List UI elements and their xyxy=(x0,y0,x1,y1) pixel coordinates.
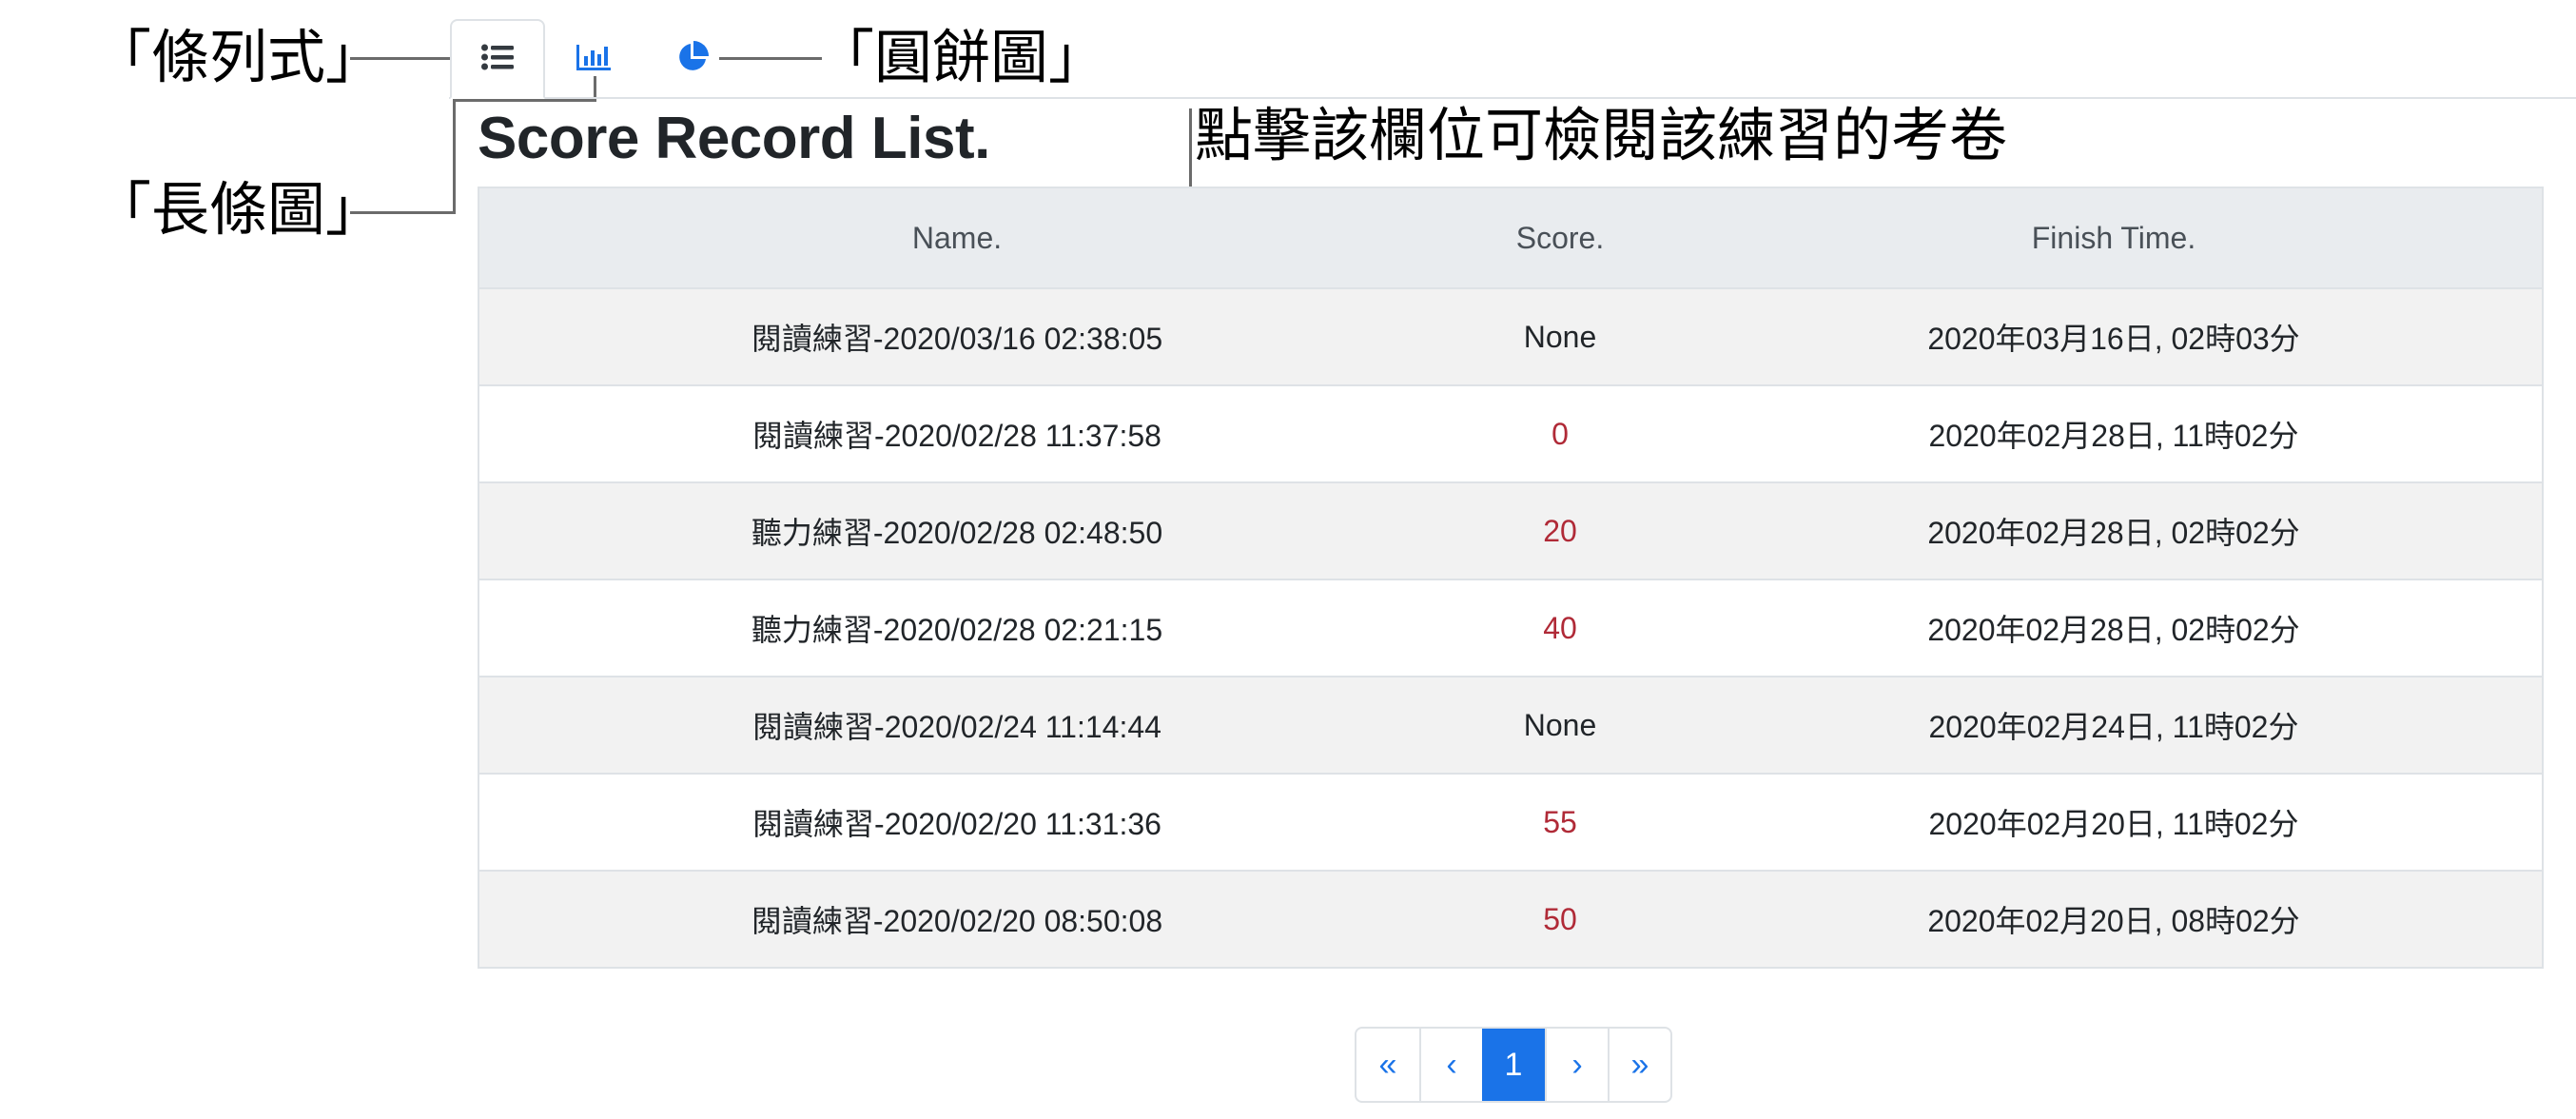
cell-finish-time: 2020年02月28日, 11時02分 xyxy=(1928,419,2299,453)
tab-bar-chart[interactable] xyxy=(546,19,641,99)
table-row[interactable]: 聽力練習-2020/02/28 02:48:50 20 2020年02月28日,… xyxy=(479,483,2542,580)
table-row[interactable]: 閱讀練習-2020/02/20 08:50:08 50 2020年02月20日,… xyxy=(479,872,2542,967)
cell-name: 閱讀練習-2020/02/28 11:37:58 xyxy=(752,419,1161,453)
list-icon xyxy=(481,44,514,75)
annotation-pie-label: 「圓餅圖」 xyxy=(816,24,1107,91)
table-row[interactable]: 閱讀練習-2020/03/16 02:38:05 None 2020年03月16… xyxy=(479,289,2542,386)
header-name: Name. xyxy=(911,220,1003,255)
table-row[interactable]: 閱讀練習-2020/02/20 11:31:36 55 2020年02月20日,… xyxy=(479,775,2542,872)
page-next-button[interactable]: › xyxy=(1545,1029,1608,1101)
connector-bar-top xyxy=(453,99,595,102)
cell-finish-time: 2020年02月20日, 08時02分 xyxy=(1927,904,2300,938)
cell-score: 40 xyxy=(1543,610,1577,645)
cell-name: 閱讀練習-2020/02/20 11:31:36 xyxy=(752,807,1161,841)
cell-score: 0 xyxy=(1551,416,1569,451)
pagination: « ‹ 1 › » xyxy=(1355,1027,1672,1103)
connector-bar-v xyxy=(453,101,456,214)
header-finish-time: Finish Time. xyxy=(2031,220,2196,255)
cell-finish-time: 2020年03月16日, 02時03分 xyxy=(1927,322,2300,356)
page-current-button[interactable]: 1 xyxy=(1482,1029,1545,1101)
cell-score: None xyxy=(1523,707,1597,742)
tab-list[interactable] xyxy=(450,19,545,99)
cell-score: None xyxy=(1523,319,1597,354)
table-row[interactable]: 聽力練習-2020/02/28 02:21:15 40 2020年02月28日,… xyxy=(479,580,2542,677)
bar-chart-icon xyxy=(576,43,612,76)
pie-chart-icon xyxy=(676,40,709,78)
connector-bar-h xyxy=(350,211,455,214)
table-header: Name. Score. Finish Time. xyxy=(479,188,2542,289)
table-row[interactable]: 閱讀練習-2020/02/28 11:37:58 0 2020年02月28日, … xyxy=(479,386,2542,483)
cell-score: 55 xyxy=(1543,804,1577,839)
cell-finish-time: 2020年02月28日, 02時02分 xyxy=(1927,613,2300,647)
cell-finish-time: 2020年02月24日, 11時02分 xyxy=(1928,710,2299,744)
score-table: Name. Score. Finish Time. 閱讀練習-2020/03/1… xyxy=(478,186,2544,969)
annotation-click-hint: 點擊該欄位可檢閱該練習的考卷 xyxy=(1195,102,2008,169)
page-last-button[interactable]: » xyxy=(1608,1029,1670,1101)
cell-finish-time: 2020年02月28日, 02時02分 xyxy=(1927,516,2300,550)
annotation-bar-label: 「長條圖」 xyxy=(93,176,384,244)
cell-score: 20 xyxy=(1543,513,1577,548)
connector-list xyxy=(350,57,453,60)
cell-finish-time: 2020年02月20日, 11時02分 xyxy=(1928,807,2299,841)
cell-name: 閱讀練習-2020/02/24 11:14:44 xyxy=(752,710,1161,744)
cell-name: 閱讀練習-2020/02/20 08:50:08 xyxy=(751,904,1163,938)
tab-pie-chart[interactable] xyxy=(645,19,740,99)
tabs-divider xyxy=(449,97,2576,99)
header-score: Score. xyxy=(1515,220,1605,255)
page-prev-button[interactable]: ‹ xyxy=(1419,1029,1482,1101)
cell-score: 50 xyxy=(1543,901,1577,936)
table-row[interactable]: 閱讀練習-2020/02/24 11:14:44 None 2020年02月24… xyxy=(479,677,2542,775)
page-first-button[interactable]: « xyxy=(1356,1029,1419,1101)
annotation-list-label: 「條列式」 xyxy=(93,24,384,91)
cell-name: 閱讀練習-2020/03/16 02:38:05 xyxy=(751,322,1163,356)
page-title: Score Record List. xyxy=(478,106,990,171)
cell-name: 聽力練習-2020/02/28 02:48:50 xyxy=(751,516,1163,550)
cell-name: 聽力練習-2020/02/28 02:21:15 xyxy=(751,613,1163,647)
